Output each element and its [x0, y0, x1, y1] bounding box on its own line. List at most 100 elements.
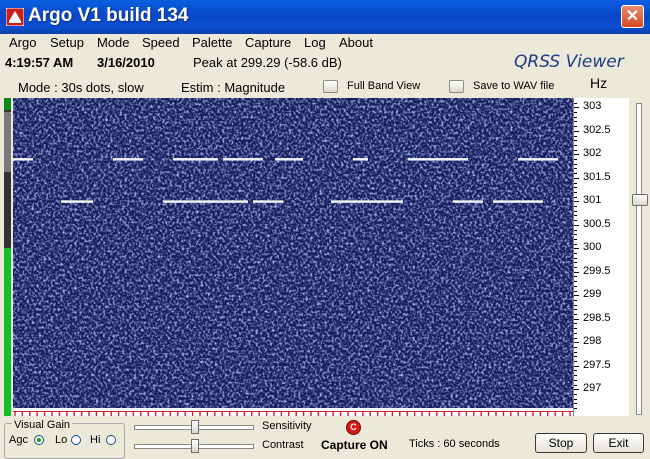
freq-tick-label: 298 [583, 335, 602, 348]
spectrogram-canvas [13, 98, 573, 408]
freq-minor-tick [574, 398, 577, 400]
signal-trace-segment [453, 200, 483, 203]
freq-tick-mark [574, 295, 579, 297]
exit-button[interactable]: Exit [593, 433, 644, 453]
freq-tick-label: 302.5 [583, 123, 611, 136]
contrast-label: Contrast [262, 439, 304, 451]
freq-minor-tick [574, 375, 577, 377]
freq-minor-tick [574, 126, 577, 128]
freq-minor-tick [574, 196, 577, 198]
lo-label: Lo [55, 434, 68, 446]
close-icon: ✕ [625, 8, 640, 25]
hi-radio[interactable] [106, 435, 116, 445]
signal-level-bar [4, 98, 11, 416]
freq-tick-mark [574, 248, 579, 250]
freq-minor-tick [574, 299, 577, 301]
freq-minor-tick [574, 229, 577, 231]
freq-minor-tick [574, 304, 577, 306]
freq-tick-label: 303 [583, 100, 602, 113]
freq-minor-tick [574, 116, 577, 118]
freq-tick-mark [574, 318, 579, 320]
menu-argo[interactable]: Argo [9, 35, 36, 50]
freq-tick-mark [574, 389, 579, 391]
signal-trace-segment [13, 158, 33, 161]
freq-tick-label: 300 [583, 241, 602, 254]
freq-minor-tick [574, 121, 577, 123]
freq-tick-label: 301 [583, 194, 602, 207]
signal-trace-segment [223, 158, 263, 161]
mode-label: Mode : 30s dots, slow [18, 80, 144, 95]
save-to-wav-label[interactable]: Save to WAV file [473, 80, 554, 92]
freq-minor-tick [574, 253, 577, 254]
close-button[interactable]: ✕ [621, 5, 644, 28]
freq-minor-tick [574, 314, 577, 316]
frequency-scroll-thumb[interactable] [632, 194, 648, 206]
spectrogram-display[interactable] [13, 98, 573, 408]
argo-app-icon[interactable] [6, 8, 24, 26]
freq-tick-mark [574, 107, 579, 109]
menu-bar: Argo Setup Mode Speed Palette Capture Lo… [0, 34, 650, 52]
freq-minor-tick [574, 356, 577, 358]
freq-tick-mark [574, 365, 579, 367]
full-band-view-label[interactable]: Full Band View [347, 80, 420, 92]
sensitivity-slider-thumb[interactable] [191, 420, 199, 434]
freq-minor-tick [574, 243, 577, 245]
menu-setup[interactable]: Setup [50, 35, 84, 50]
freq-minor-tick [574, 393, 577, 395]
freq-tick-mark [574, 130, 579, 132]
agc-radio[interactable] [34, 435, 44, 445]
freq-tick-label: 300.5 [583, 217, 611, 230]
freq-minor-tick [574, 140, 577, 142]
qrss-viewer-logo: QRSS Viewer [514, 52, 624, 72]
ticks-readout: Ticks : 60 seconds [409, 438, 500, 450]
freq-minor-tick [574, 144, 577, 146]
peak-readout: Peak at 299.29 (-58.6 dB) [193, 55, 342, 70]
menu-palette[interactable]: Palette [192, 35, 232, 50]
save-to-wav-button[interactable] [449, 80, 464, 93]
mode-bar: Mode : 30s dots, slow Estim : Magnitude … [0, 74, 650, 98]
clock-time: 4:19:57 AM [5, 55, 74, 70]
signal-trace-segment [331, 200, 403, 203]
freq-tick-label: 297.5 [583, 358, 611, 371]
freq-tick-label: 298.5 [583, 311, 611, 324]
signal-trace-segment [61, 200, 93, 203]
freq-minor-tick [574, 191, 577, 193]
contrast-slider-thumb[interactable] [191, 439, 199, 453]
frequency-scroll-track[interactable] [636, 103, 642, 415]
clock-date: 3/16/2010 [97, 55, 155, 70]
freq-minor-tick [574, 323, 577, 325]
freq-tick-mark [574, 224, 579, 226]
freq-tick-mark [574, 271, 579, 273]
menu-capture[interactable]: Capture [245, 35, 291, 50]
visual-gain-label: Visual Gain [12, 419, 73, 431]
hz-unit-label: Hz [590, 75, 608, 91]
menu-about[interactable]: About [339, 35, 373, 50]
signal-trace-segment [408, 158, 468, 161]
signal-trace-segment [113, 158, 143, 161]
freq-minor-tick [574, 384, 577, 386]
signal-trace-segment [353, 158, 368, 161]
capture-status: Capture ON [321, 438, 388, 452]
title-bar[interactable]: Argo V1 build 134 ✕ [0, 0, 650, 34]
freq-minor-tick [574, 182, 577, 184]
lo-radio[interactable] [71, 435, 81, 445]
stop-button[interactable]: Stop [535, 433, 587, 453]
agc-label: Agc [9, 434, 28, 446]
capture-record-icon: C [346, 420, 361, 435]
control-panel: Visual Gain Agc Lo Hi Sensitivity Contra… [0, 416, 650, 459]
frequency-scale: 303 302.5 302 301.5 301 300.5 300 299.5 299 298.5… [573, 98, 629, 416]
freq-minor-tick [574, 379, 577, 381]
info-bar: 4:19:57 AM 3/16/2010 Peak at 299.29 (-58… [0, 52, 650, 74]
freq-minor-tick [574, 351, 577, 353]
freq-minor-tick [574, 187, 577, 189]
menu-mode[interactable]: Mode [97, 35, 130, 50]
freq-minor-tick [574, 163, 577, 165]
freq-minor-tick [574, 332, 577, 334]
freq-minor-tick [574, 257, 577, 259]
menu-speed[interactable]: Speed [142, 35, 180, 50]
full-band-view-button[interactable] [323, 80, 338, 93]
freq-minor-tick [574, 159, 577, 161]
freq-minor-tick [574, 168, 577, 170]
menu-log[interactable]: Log [304, 35, 326, 50]
freq-minor-tick [574, 346, 577, 348]
